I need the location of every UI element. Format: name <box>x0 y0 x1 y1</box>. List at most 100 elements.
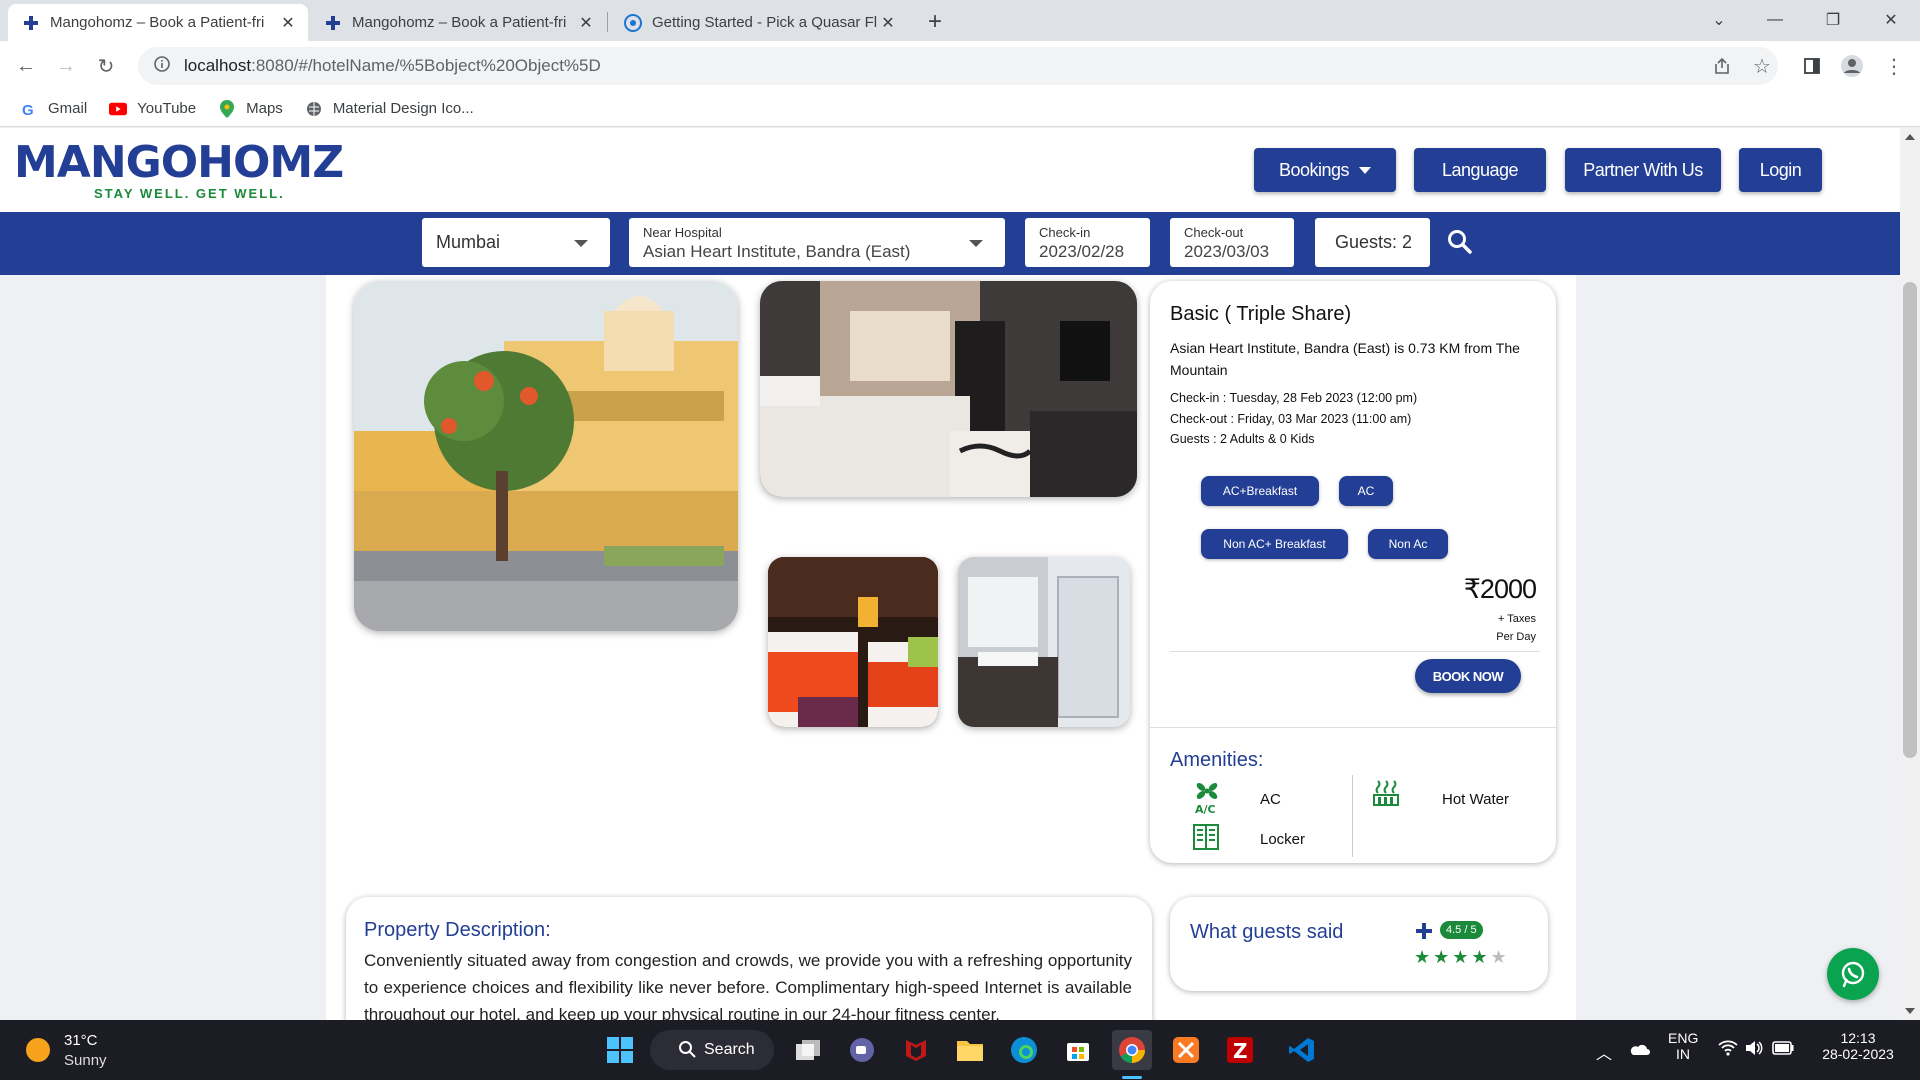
room-checkout: Check-out : Friday, 03 Mar 2023 (11:00 a… <box>1170 412 1412 426</box>
search-icon <box>678 1040 696 1063</box>
guests-field[interactable]: Guests: 2 <box>1315 218 1430 267</box>
forward-arrow-icon[interactable]: → <box>50 50 82 82</box>
room-details-card: Basic ( Triple Share) Asian Heart Instit… <box>1150 281 1556 863</box>
page-viewport: MANGOHOMZ STAY WELL. GET WELL. Bookings … <box>0 128 1920 1020</box>
language-indicator[interactable]: ENG IN <box>1668 1030 1698 1062</box>
active-app-indicator <box>1122 1076 1142 1079</box>
bookmark-material-design[interactable]: Material Design Ico... <box>305 100 474 118</box>
bookmark-youtube[interactable]: YouTube <box>109 100 196 118</box>
hotel-courtyard-image[interactable] <box>354 281 738 631</box>
globe-icon <box>305 100 323 118</box>
checkin-field[interactable]: Check-in 2023/02/28 <box>1025 218 1150 267</box>
restore-icon[interactable]: ❐ <box>1810 0 1856 40</box>
description-title: Property Description: <box>364 919 551 941</box>
tab-search-icon[interactable]: ⌄ <box>1696 0 1742 40</box>
volume-icon[interactable] <box>1744 1040 1764 1061</box>
option-non-ac-button[interactable]: Non Ac <box>1368 529 1448 559</box>
svg-text:Z: Z <box>1233 1039 1248 1063</box>
amenity-locker-label: Locker <box>1260 831 1306 848</box>
vscode-icon[interactable] <box>1282 1030 1322 1070</box>
filezilla-icon[interactable]: Z <box>1220 1030 1260 1070</box>
scroll-down-icon[interactable] <box>1905 1008 1915 1014</box>
bookmark-star-icon[interactable]: ☆ <box>1746 50 1778 82</box>
clock[interactable]: 12:13 28-02-2023 <box>1816 1030 1900 1062</box>
browser-tab-strip: Mangohomz – Book a Patient-fri ✕ Mangoho… <box>0 0 1920 41</box>
option-ac-button[interactable]: AC <box>1339 476 1393 506</box>
partner-with-us-button[interactable]: Partner With Us <box>1565 148 1721 192</box>
browser-tab-1[interactable]: Mangohomz – Book a Patient-fri ✕ <box>8 4 308 41</box>
url-text: localhost:8080/#/hotelName/%5Bobject%20O… <box>184 56 601 75</box>
close-icon[interactable]: ✕ <box>878 13 898 33</box>
scroll-up-icon[interactable] <box>1905 134 1915 140</box>
new-tab-icon[interactable]: + <box>920 7 950 37</box>
window-close-icon[interactable]: ✕ <box>1868 0 1914 40</box>
amenities-divider <box>1150 727 1556 728</box>
svg-text:A/C: A/C <box>1195 803 1216 815</box>
hotel-bathroom-image[interactable] <box>958 557 1130 727</box>
bookmark-gmail[interactable]: G Gmail <box>20 100 87 118</box>
book-now-button[interactable]: BOOK NOW <box>1415 659 1521 693</box>
login-button[interactable]: Login <box>1739 148 1822 192</box>
city-select[interactable]: Mumbai <box>422 218 610 267</box>
caret-down-icon <box>1359 166 1372 174</box>
price-taxes-note: + Taxes <box>1497 613 1536 625</box>
hotel-bedroom-image[interactable] <box>760 281 1137 497</box>
mangohomz-logo[interactable]: MANGOHOMZ STAY WELL. GET WELL. <box>14 137 344 202</box>
search-icon[interactable] <box>1446 228 1478 260</box>
amenity-hot-water-label: Hot Water <box>1442 791 1509 808</box>
mangohomz-favicon <box>22 14 40 32</box>
minimize-icon[interactable]: — <box>1752 0 1798 40</box>
side-panel-icon[interactable] <box>1796 50 1828 82</box>
browser-tab-2[interactable]: Mangohomz – Book a Patient-fri ✕ <box>310 4 606 41</box>
checkout-field[interactable]: Check-out 2023/03/03 <box>1170 218 1294 267</box>
scroll-thumb[interactable] <box>1903 282 1917 758</box>
file-explorer-icon[interactable] <box>950 1030 990 1070</box>
bookmark-maps[interactable]: Maps <box>218 99 283 118</box>
mcafee-icon[interactable] <box>896 1030 936 1070</box>
task-view-icon[interactable] <box>788 1030 828 1070</box>
bookings-dropdown-button[interactable]: Bookings <box>1254 148 1396 192</box>
profile-avatar-icon[interactable] <box>1836 50 1868 82</box>
weather-temp: 31°C <box>64 1032 98 1049</box>
reload-icon[interactable]: ↻ <box>90 50 122 82</box>
address-bar[interactable]: localhost:8080/#/hotelName/%5Bobject%20O… <box>138 47 1778 85</box>
wifi-icon[interactable] <box>1718 1040 1738 1061</box>
logo-text: MANGOHOMZ <box>14 137 344 188</box>
teams-chat-icon[interactable] <box>842 1030 882 1070</box>
taskbar-search-button[interactable]: Search <box>650 1030 774 1070</box>
sun-weather-icon[interactable] <box>26 1038 50 1062</box>
room-distance: Asian Heart Institute, Bandra (East) is … <box>1170 340 1520 378</box>
xampp-icon[interactable] <box>1166 1030 1206 1070</box>
whatsapp-chat-button[interactable] <box>1827 948 1879 1000</box>
close-icon[interactable]: ✕ <box>278 13 298 33</box>
battery-icon[interactable] <box>1772 1041 1794 1060</box>
bookmarks-bar: G Gmail YouTube Maps Material Design Ico… <box>0 91 1920 127</box>
search-bar: Mumbai Near Hospital Asian Heart Institu… <box>0 212 1900 275</box>
chrome-icon[interactable] <box>1112 1030 1152 1070</box>
microsoft-store-icon[interactable] <box>1058 1030 1098 1070</box>
close-icon[interactable]: ✕ <box>576 13 596 33</box>
browser-tab-3[interactable]: Getting Started - Pick a Quasar Fl ✕ <box>610 4 908 41</box>
option-ac-breakfast-button[interactable]: AC+Breakfast <box>1201 476 1319 506</box>
windows-start-icon[interactable] <box>600 1030 640 1070</box>
share-icon[interactable] <box>1706 50 1738 82</box>
menu-kebab-icon[interactable]: ⋮ <box>1878 50 1910 82</box>
browser-toolbar: ← → ↻ localhost:8080/#/hotelName/%5Bobje… <box>0 41 1920 91</box>
price-divider <box>1170 651 1540 652</box>
mangohomz-favicon <box>324 14 342 32</box>
maps-pin-icon <box>218 99 236 118</box>
mangohomz-plus-icon <box>1415 922 1433 945</box>
onedrive-cloud-icon[interactable] <box>1628 1040 1650 1061</box>
edge-browser-icon[interactable] <box>1004 1030 1044 1070</box>
hotel-twin-room-image[interactable] <box>768 557 938 727</box>
hospital-select[interactable]: Near Hospital Asian Heart Institute, Ban… <box>629 218 1005 267</box>
option-non-ac-breakfast-button[interactable]: Non AC+ Breakfast <box>1201 529 1348 559</box>
star-rating: ★★★★★ <box>1414 947 1510 967</box>
show-hidden-icons-icon[interactable]: ︿ <box>1596 1040 1612 1064</box>
page-scrollbar[interactable] <box>1900 128 1920 1020</box>
tab-separator <box>607 12 608 32</box>
back-arrow-icon[interactable]: ← <box>10 50 42 82</box>
info-icon[interactable] <box>154 55 170 77</box>
language-button[interactable]: Language <box>1414 148 1546 192</box>
caret-down-icon <box>574 240 588 247</box>
